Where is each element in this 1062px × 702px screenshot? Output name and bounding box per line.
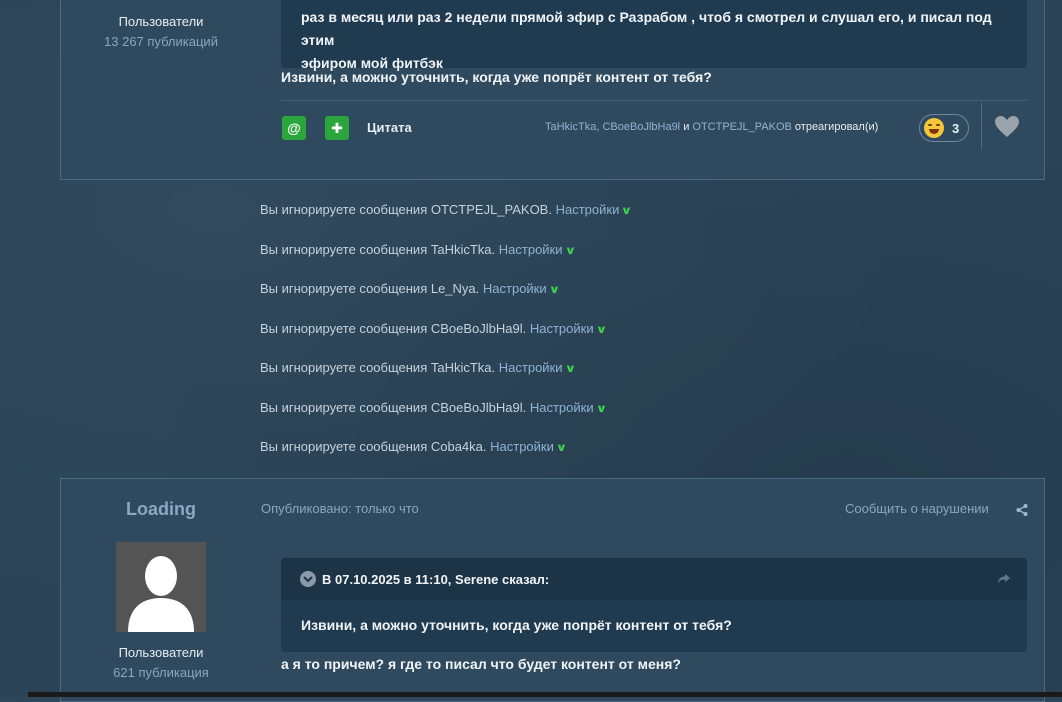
quote-block: В 07.10.2025 в 11:10, Serene сказал: Изв… <box>281 558 1027 652</box>
reactor-link[interactable]: CBoeBoJlbHa9l <box>602 121 680 133</box>
settings-link[interactable]: Настройки <box>499 242 563 257</box>
author-group: Пользователи <box>118 14 204 29</box>
post-top: Пользователи 13 267 публикаций раз в мес… <box>60 0 1045 180</box>
chevron-down-icon[interactable]: ∨ <box>556 441 568 454</box>
ignored-message: Вы игнорируете сообщения OTCTPEJL_PAKOB.… <box>260 202 633 217</box>
settings-link[interactable]: Настройки <box>490 439 554 454</box>
chevron-down-icon[interactable]: ∨ <box>595 402 607 415</box>
quote-attribution[interactable]: В 07.10.2025 в 11:10, Serene сказал: <box>322 572 549 587</box>
post-body: Извини, а можно уточнить, когда уже попр… <box>281 69 712 85</box>
quote-block: раз в месяц или раз 2 недели прямой эфир… <box>281 0 1027 71</box>
go-to-quote-icon[interactable] <box>997 572 1011 590</box>
quote-line: раз в месяц или раз 2 недели прямой эфир… <box>301 9 992 48</box>
author-info: Пользователи 13 267 публикаций <box>61 14 261 49</box>
post-body: а я то причем? я где то писал что будет … <box>281 656 681 672</box>
author-username[interactable]: Loading <box>61 499 261 520</box>
reaction-count: 3 <box>952 120 960 136</box>
reactors-verb: отреагировал(и) <box>794 121 879 133</box>
plus-icon: ✚ <box>331 119 343 136</box>
ignored-message: Вы игнорируете сообщения Coba4ka. Настро… <box>260 439 568 454</box>
ignored-text: Вы игнорируете сообщения Le_Nya. <box>260 281 480 296</box>
author-post-count: 621 публикация <box>113 665 209 680</box>
report-link[interactable]: Сообщить о нарушении <box>845 501 989 516</box>
reactions-summary: TaHkicTka, CBoeBoJlbHa9l и OTCTPEJL_PAKO… <box>545 121 879 133</box>
reactor-link[interactable]: OTCTPEJL_PAKOB <box>692 121 791 133</box>
divider <box>981 102 982 150</box>
settings-link[interactable]: Настройки <box>483 281 547 296</box>
at-icon: @ <box>287 120 301 136</box>
published-date[interactable]: Опубликовано: только что <box>261 501 419 516</box>
laughing-emoji-icon <box>924 118 944 138</box>
author-post-count: 13 267 публикаций <box>104 34 218 49</box>
post-bottom: Loading Пользователи 621 публикация Опуб… <box>60 478 1045 702</box>
ignored-message: Вы игнорируете сообщения TaHkicTka. Наст… <box>260 242 576 257</box>
collapse-chevron-icon[interactable] <box>300 571 316 587</box>
window-bottom-edge <box>28 692 1062 697</box>
reaction-pill[interactable]: 3 <box>919 114 969 142</box>
ignored-message: Вы игнорируете сообщения CBoeBoJlbHa9l. … <box>260 321 607 336</box>
reactor-link[interactable]: TaHkicTka <box>545 121 596 133</box>
ignored-message: Вы игнорируете сообщения CBoeBoJlbHa9l. … <box>260 400 607 415</box>
settings-link[interactable]: Настройки <box>530 321 594 336</box>
chevron-down-icon[interactable]: ∨ <box>564 244 576 257</box>
author-group: Пользователи <box>118 645 204 660</box>
ignored-message: Вы игнорируете сообщения TaHkicTka. Наст… <box>260 360 576 375</box>
quote-text: Извини, а можно уточнить, когда уже попр… <box>301 617 732 633</box>
settings-link[interactable]: Настройки <box>499 360 563 375</box>
ignored-text: Вы игнорируете сообщения CBoeBoJlbHa9l. <box>260 321 527 336</box>
quote-button[interactable]: Цитата <box>367 120 412 135</box>
ignored-message: Вы игнорируете сообщения Le_Nya. Настрой… <box>260 281 560 296</box>
ignored-text: Вы игнорируете сообщения TaHkicTka. <box>260 360 496 375</box>
settings-link[interactable]: Настройки <box>530 400 594 415</box>
author-info: Пользователи 621 публикация <box>61 645 261 680</box>
share-icon[interactable] <box>1016 503 1028 521</box>
chevron-down-icon[interactable]: ∨ <box>564 362 576 375</box>
user-silhouette-icon <box>128 556 194 632</box>
quote-header: В 07.10.2025 в 11:10, Serene сказал: <box>281 558 1027 600</box>
multiquote-button[interactable]: ✚ <box>325 116 349 140</box>
chevron-down-icon[interactable]: ∨ <box>548 283 560 296</box>
ignored-text: Вы игнорируете сообщения Coba4ka. <box>260 439 487 454</box>
settings-link[interactable]: Настройки <box>556 202 620 217</box>
chevron-down-icon[interactable]: ∨ <box>595 323 607 336</box>
ignored-text: Вы игнорируете сообщения TaHkicTka. <box>260 242 496 257</box>
ignored-text: Вы игнорируете сообщения CBoeBoJlbHa9l. <box>260 400 527 415</box>
reactors-and: и <box>683 121 690 133</box>
chevron-down-icon[interactable]: ∨ <box>621 204 633 217</box>
ignored-text: Вы игнорируете сообщения OTCTPEJL_PAKOB. <box>260 202 552 217</box>
divider <box>281 100 1027 101</box>
like-heart-icon[interactable] <box>994 115 1020 144</box>
mention-button[interactable]: @ <box>282 116 306 140</box>
avatar[interactable] <box>116 542 206 632</box>
